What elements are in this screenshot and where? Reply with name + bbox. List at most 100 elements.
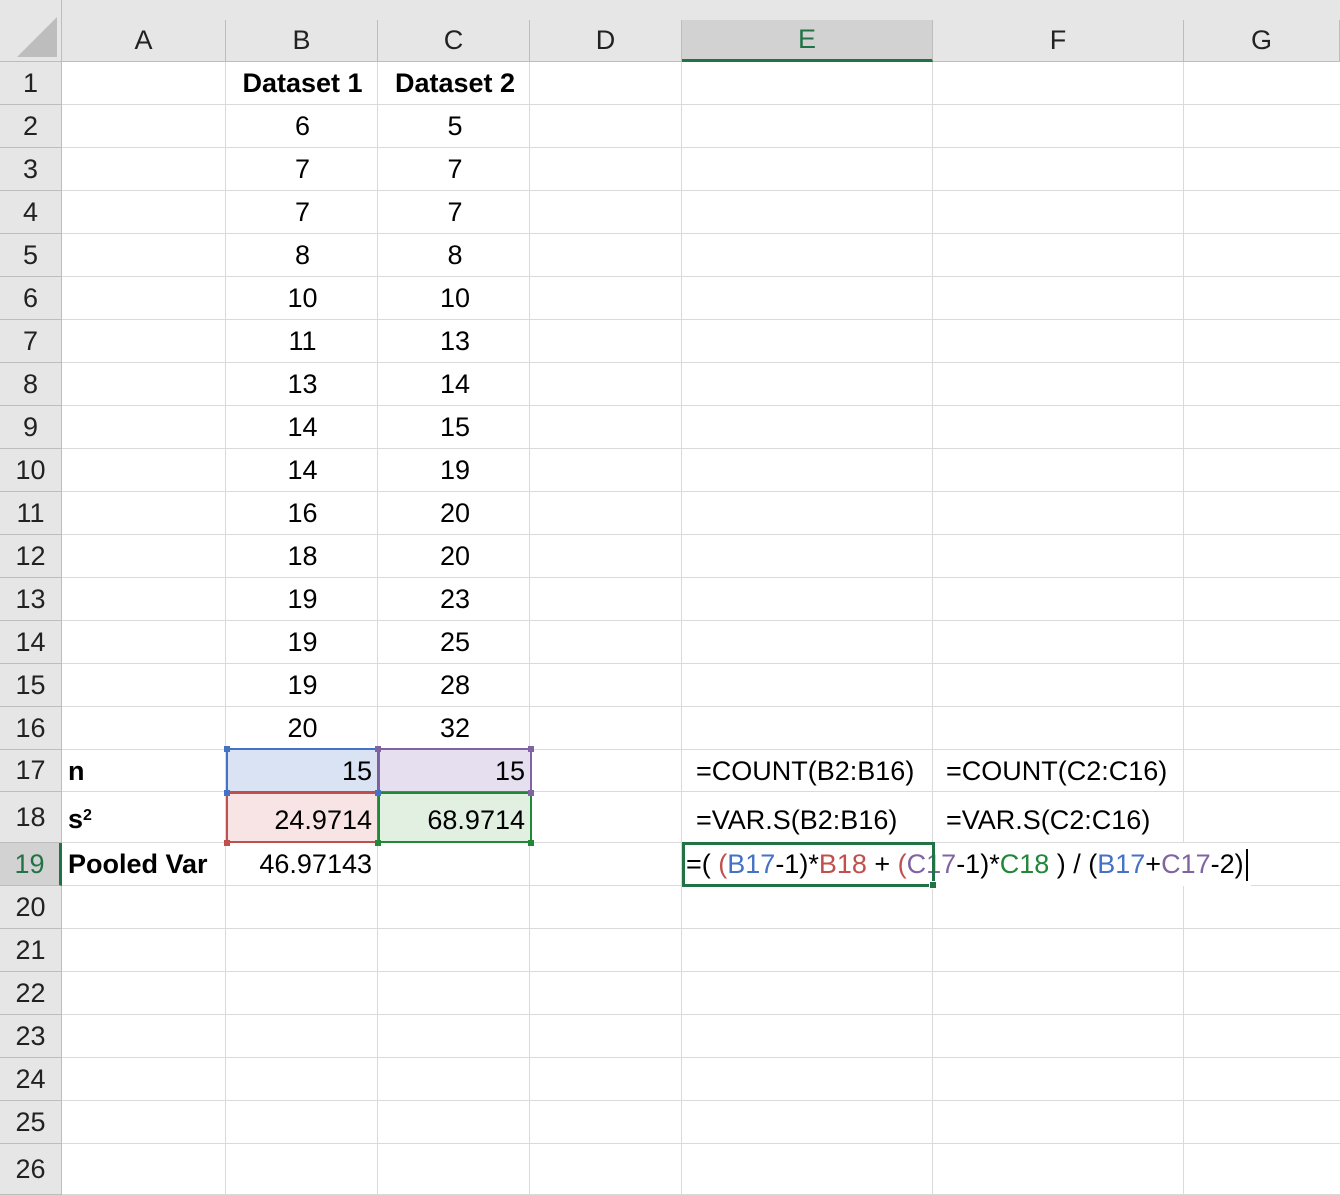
cell-b9[interactable]: 14 [227,406,378,449]
row-header-15[interactable]: 15 [0,664,62,707]
row-header-3[interactable]: 3 [0,148,62,191]
cell-c10[interactable]: 19 [379,449,531,492]
row-header-20[interactable]: 20 [0,886,62,929]
column-header-c[interactable]: C [378,20,530,62]
gridline-horizontal [62,1057,1340,1058]
row-header-14[interactable]: 14 [0,621,62,664]
cell-b5[interactable]: 8 [227,234,378,277]
gridline-horizontal [62,1100,1340,1101]
cell-c1[interactable]: Dataset 2 [379,62,531,105]
formula-token: ) / ( [1049,849,1098,879]
row-header-21[interactable]: 21 [0,929,62,972]
column-header-bar [62,0,1340,20]
cell-c17[interactable]: 15 [379,750,531,793]
row-header-10[interactable]: 10 [0,449,62,492]
gridline-vertical [681,62,682,1195]
row-header-6[interactable]: 6 [0,277,62,320]
cell-c11[interactable]: 20 [379,492,531,535]
select-all-triangle-icon [17,17,57,57]
cell-b6[interactable]: 10 [227,277,378,320]
cell-c5[interactable]: 8 [379,234,531,277]
cell-c16[interactable]: 32 [379,707,531,750]
gridline-horizontal [62,971,1340,972]
gridline-vertical [1183,62,1184,1195]
formula-token: -2) [1210,849,1244,879]
row-header-24[interactable]: 24 [0,1058,62,1101]
cell-c12[interactable]: 20 [379,535,531,578]
row-header-26[interactable]: 26 [0,1144,62,1195]
formula-token: B17 [1097,849,1146,879]
gridline-vertical [932,62,933,1195]
cell-c4[interactable]: 7 [379,191,531,234]
cell-b14[interactable]: 19 [227,621,378,664]
row-header-17[interactable]: 17 [0,750,62,792]
cell-c15[interactable]: 28 [379,664,531,707]
cell-a17[interactable]: n [62,750,226,793]
row-header-23[interactable]: 23 [0,1015,62,1058]
cell-c6[interactable]: 10 [379,277,531,320]
cell-b16[interactable]: 20 [227,707,378,750]
row-header-22[interactable]: 22 [0,972,62,1015]
column-header-b[interactable]: B [226,20,378,62]
cell-c7[interactable]: 13 [379,320,531,363]
gridline-horizontal [62,1143,1340,1144]
cell-b18[interactable]: 24.9714 [227,799,378,842]
cell-c13[interactable]: 23 [379,578,531,621]
row-header-7[interactable]: 7 [0,320,62,363]
cell-e17[interactable]: =COUNT(B2:B16) [690,750,933,793]
cell-b1[interactable]: Dataset 1 [227,62,378,105]
gridline-vertical [225,62,226,1195]
gridline-horizontal [62,1014,1340,1015]
row-header-19[interactable]: 19 [0,843,62,886]
row-header-2[interactable]: 2 [0,105,62,148]
active-cell-border-e19[interactable] [682,842,935,887]
cell-b2[interactable]: 6 [227,105,378,148]
cell-a18[interactable]: s2 [62,798,226,841]
row-header-12[interactable]: 12 [0,535,62,578]
cell-b3[interactable]: 7 [227,148,378,191]
column-header-g[interactable]: G [1184,20,1340,62]
text-caret [1245,848,1248,881]
cell-f18[interactable]: =VAR.S(C2:C16) [940,799,1190,842]
row-header-4[interactable]: 4 [0,191,62,234]
cell-b8[interactable]: 13 [227,363,378,406]
cell-f17[interactable]: =COUNT(C2:C16) [940,750,1190,793]
select-all-button[interactable] [0,0,62,62]
cell-b7[interactable]: 11 [227,320,378,363]
row-header-5[interactable]: 5 [0,234,62,277]
formula-token: -1) [956,849,990,879]
row-header-16[interactable]: 16 [0,707,62,750]
cell-b12[interactable]: 18 [227,535,378,578]
fill-handle[interactable] [929,881,937,889]
cell-c14[interactable]: 25 [379,621,531,664]
cell-b4[interactable]: 7 [227,191,378,234]
column-header-f[interactable]: F [933,20,1184,62]
cell-c8[interactable]: 14 [379,363,531,406]
cell-b13[interactable]: 19 [227,578,378,621]
cell-b10[interactable]: 14 [227,449,378,492]
cell-c3[interactable]: 7 [379,148,531,191]
row-header-1[interactable]: 1 [0,62,62,105]
spreadsheet-grid[interactable]: ABCDEFG 1 2 3 4 5 6 7 8 9 10 11 12 13 14 15 16 17 18 19 20 2… [0,0,1340,1195]
row-header-8[interactable]: 8 [0,363,62,406]
cell-a19[interactable]: Pooled Var [62,843,226,886]
column-header-d[interactable]: D [530,20,682,62]
cell-b15[interactable]: 19 [227,664,378,707]
cell-c9[interactable]: 15 [379,406,531,449]
cell-e18[interactable]: =VAR.S(B2:B16) [690,799,933,842]
row-header-11[interactable]: 11 [0,492,62,535]
row-header-9[interactable]: 9 [0,406,62,449]
cell-c18[interactable]: 68.9714 [379,799,531,842]
cell-c2[interactable]: 5 [379,105,531,148]
formula-token: * [989,849,1000,879]
row-header-18[interactable]: 18 [0,792,62,843]
column-header-a[interactable]: A [62,20,226,62]
column-header-e[interactable]: E [682,20,933,62]
row-header-13[interactable]: 13 [0,578,62,621]
cell-b11[interactable]: 16 [227,492,378,535]
row-header-25[interactable]: 25 [0,1101,62,1144]
s-squared-exponent: 2 [83,806,92,824]
cell-b19[interactable]: 46.97143 [227,843,378,886]
formula-token: C17 [1161,849,1211,879]
cell-b17[interactable]: 15 [227,750,378,793]
